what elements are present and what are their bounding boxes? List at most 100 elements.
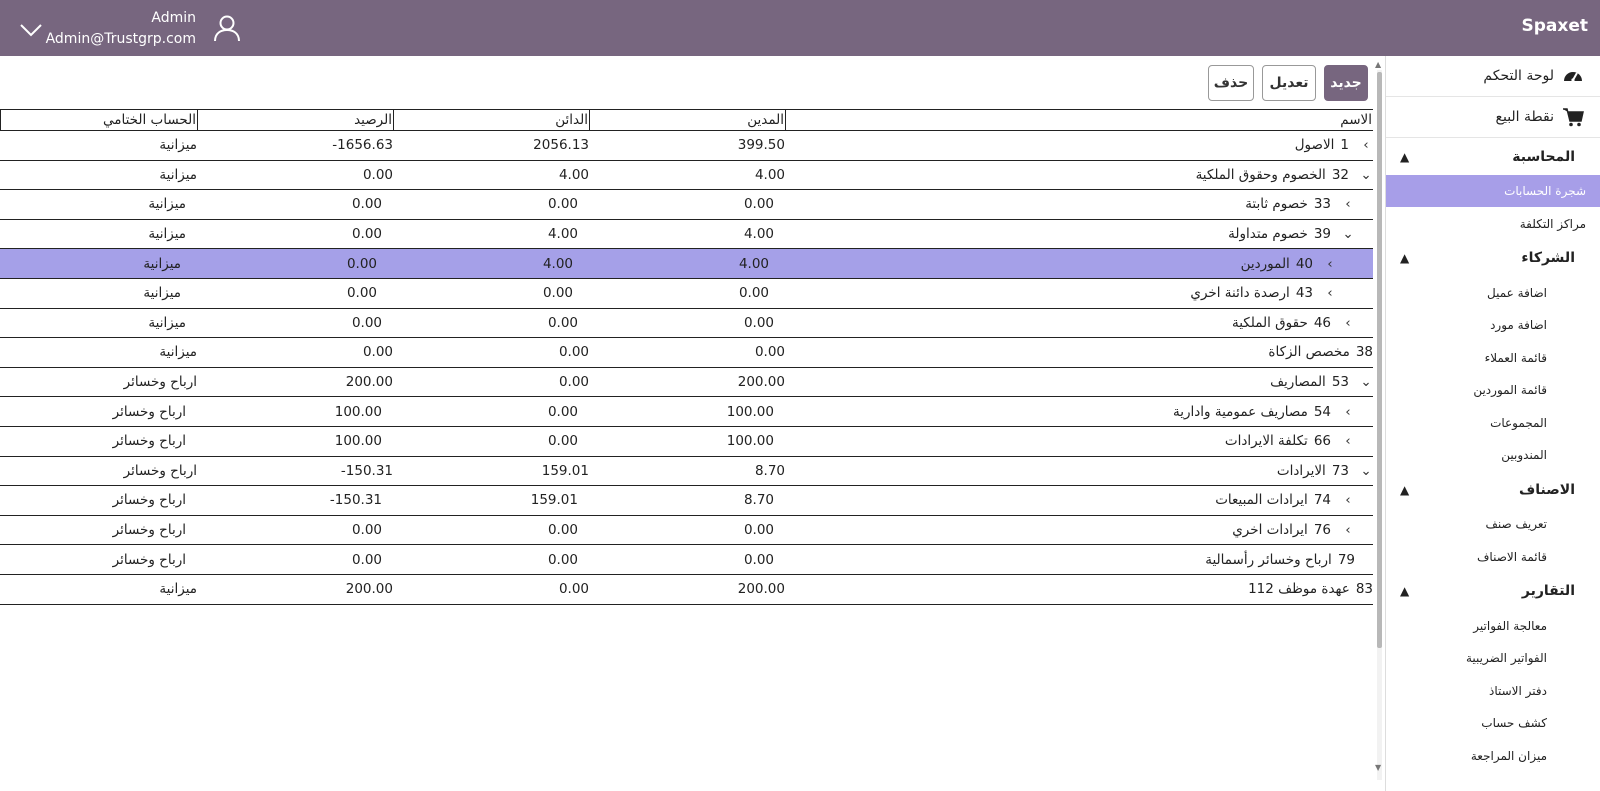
account-code: 73 (1331, 462, 1349, 479)
account-name: ايرادات اخري (1232, 522, 1308, 539)
chevron-down-icon[interactable]: ⌄ (1341, 226, 1355, 242)
collapse-triangle-icon[interactable]: ▲ (1400, 251, 1409, 265)
final-account-cell: ميزانية (159, 344, 197, 361)
chevron-left-icon[interactable]: › (1341, 433, 1355, 449)
table-row[interactable]: › 1 الاصول 399.50 2056.13 -1656.63 ميزانية (0, 131, 1373, 161)
chevron-down-icon[interactable]: ⌄ (1359, 167, 1373, 183)
debit-cell: 4.00 (738, 255, 769, 272)
account-name: خصوم ثابتة (1245, 196, 1308, 213)
table-row[interactable]: › 54 مصاريف عمومية وادارية 100.00 0.00 100.00… (0, 397, 1373, 427)
account-name: الموردين (1240, 255, 1290, 272)
table-row[interactable]: › 43 ارصدة دائنة اخري 0.00 0.00 0.00 ميزانية (0, 279, 1373, 309)
sidebar-item[interactable]: اضافة مورد (1386, 309, 1600, 341)
chevron-down-icon[interactable]: ⌄ (1359, 374, 1373, 390)
name-cell: › 40 الموردين (785, 249, 1373, 278)
sidebar-section-header[interactable]: المحاسبة ▲ (1386, 138, 1600, 175)
final-account-cell: ارباح وخسائر (123, 462, 197, 479)
sidebar-section-header[interactable]: التقارير ▲ (1386, 573, 1600, 610)
delete-button[interactable]: حذف (1208, 65, 1254, 101)
sidebar-section-header[interactable]: الاصناف ▲ (1386, 471, 1600, 508)
collapse-triangle-icon[interactable]: ▲ (1400, 584, 1409, 598)
account-name: حقوق الملكية (1231, 314, 1308, 331)
chevron-left-icon[interactable]: › (1323, 256, 1337, 272)
table-row[interactable]: 79 ارباح وخسائر رأسمالية 0.00 0.00 0.00 ارباح… (0, 545, 1373, 575)
collapse-triangle-icon[interactable]: ▲ (1400, 150, 1409, 164)
account-code: 66 (1313, 433, 1331, 450)
sidebar-item[interactable]: شجرة الحسابات (1386, 175, 1600, 208)
sidebar-item[interactable]: الفواتير الضريبية (1386, 642, 1600, 674)
debit-cell: 0.00 (743, 551, 774, 568)
balance-cell: -1656.63 (332, 137, 393, 154)
debit-cell: 200.00 (737, 581, 785, 598)
sidebar-item[interactable]: مراكز التكلفة (1386, 207, 1600, 239)
sidebar-item[interactable]: تعريف صنف (1386, 508, 1600, 540)
name-cell: ⌄ 32 الخصوم وحقوق الملكية (785, 161, 1373, 190)
scroll-up-arrow[interactable]: ▲ (1375, 60, 1381, 69)
account-name: الايرادات (1276, 462, 1326, 479)
sidebar-item[interactable]: قائمة الاصناف (1386, 541, 1600, 573)
sidebar-item-pos[interactable]: نقطة البيع (1386, 97, 1600, 138)
collapse-triangle-icon[interactable]: ▲ (1400, 483, 1409, 497)
column-header-name[interactable]: الاسم (785, 110, 1373, 130)
sidebar-item[interactable]: اضافة عميل (1386, 277, 1600, 309)
account-code: 1 (1340, 137, 1349, 154)
sidebar-item-label: نقطة البيع (1495, 109, 1554, 125)
table-row[interactable]: › 46 حقوق الملكية 0.00 0.00 0.00 ميزانية (0, 309, 1373, 339)
user-name: Admin (151, 10, 196, 26)
final-account-cell: ميزانية (148, 226, 186, 243)
balance-cell: 0.00 (346, 285, 377, 302)
table-row[interactable]: › 66 تكلفة الايرادات 100.00 0.00 100.00 ارباح … (0, 427, 1373, 457)
chevron-left-icon[interactable]: › (1341, 196, 1355, 212)
table-row[interactable]: ⌄ 39 خصوم متداولة 4.00 4.00 0.00 ميزانية (0, 220, 1373, 250)
final-account-cell: ميزانية (148, 196, 186, 213)
chevron-down-icon[interactable]: ⌄ (1359, 463, 1373, 479)
column-header-balance[interactable]: الرصيد (197, 110, 393, 130)
scroll-down-arrow[interactable]: ▼ (1375, 763, 1381, 772)
table-row[interactable]: ⌄ 53 المصاريف 200.00 0.00 200.00 ارباح وخسائر (0, 368, 1373, 398)
table-header-row: الاسم المدين الدائن الرصيد الحساب الختام… (0, 109, 1373, 131)
sidebar-item[interactable]: كشف حساب (1386, 707, 1600, 739)
chevron-left-icon[interactable]: › (1323, 285, 1337, 301)
vertical-scrollbar[interactable]: ▲ ▼ (1375, 60, 1384, 787)
chevron-left-icon[interactable]: › (1341, 492, 1355, 508)
chevron-left-icon[interactable]: › (1359, 137, 1373, 153)
final-account-cell: ميزانية (159, 166, 197, 183)
table-row[interactable]: 83 عهدة موظف 112 200.00 0.00 200.00 ميزانية (0, 575, 1373, 605)
cart-icon (1563, 108, 1584, 127)
sidebar-item[interactable]: المندوبين (1386, 439, 1600, 471)
final-account-cell: ميزانية (148, 314, 186, 331)
name-cell: › 1 الاصول (785, 131, 1373, 160)
sidebar-item-dashboard[interactable]: لوحة التحكم (1386, 56, 1600, 97)
column-header-credit[interactable]: الدائن (393, 110, 589, 130)
user-icon[interactable] (212, 13, 242, 43)
chevron-left-icon[interactable]: › (1341, 404, 1355, 420)
table-row[interactable]: ⌄ 73 الايرادات 8.70 159.01 -150.31 ارباح وخسائ… (0, 457, 1373, 487)
balance-cell: 0.00 (351, 196, 382, 213)
chevron-left-icon[interactable]: › (1341, 315, 1355, 331)
column-header-debit[interactable]: المدين (589, 110, 785, 130)
sidebar-item[interactable]: قائمة الموردين (1386, 374, 1600, 406)
sidebar-item[interactable]: معالجة الفواتير (1386, 610, 1600, 642)
column-header-final-account[interactable]: الحساب الختامي (0, 110, 197, 130)
scroll-thumb[interactable] (1377, 72, 1382, 648)
edit-button[interactable]: تعديل (1262, 65, 1316, 101)
credit-cell: 0.00 (558, 374, 589, 391)
name-cell: ⌄ 39 خصوم متداولة (785, 220, 1373, 249)
table-row[interactable]: ⌄ 32 الخصوم وحقوق الملكية 4.00 4.00 0.00 ميزان… (0, 161, 1373, 191)
chevron-left-icon[interactable]: › (1341, 522, 1355, 538)
credit-cell: 159.01 (530, 492, 578, 509)
new-button[interactable]: جديد (1324, 65, 1368, 101)
table-row[interactable]: › 74 ايرادات المبيعات 8.70 159.01 -150.31 اربا… (0, 486, 1373, 516)
sidebar-section-header[interactable]: الشركاء ▲ (1386, 240, 1600, 277)
table-row[interactable]: › 40 الموردين 4.00 4.00 0.00 ميزانية (0, 249, 1373, 279)
table-row[interactable]: 38 مخصص الزكاة 0.00 0.00 0.00 ميزانية (0, 338, 1373, 368)
sidebar-item[interactable]: المجموعات (1386, 406, 1600, 438)
credit-cell: 2056.13 (533, 137, 589, 154)
sidebar-item[interactable]: ميزان المراجعة (1386, 739, 1600, 771)
table-row[interactable]: › 76 ايرادات اخري 0.00 0.00 0.00 ارباح وخسائر (0, 516, 1373, 546)
sidebar-item[interactable]: دفتر الاستاذ (1386, 675, 1600, 707)
debit-cell: 4.00 (743, 226, 774, 243)
name-cell: › 54 مصاريف عمومية وادارية (785, 397, 1373, 426)
table-row[interactable]: › 33 خصوم ثابتة 0.00 0.00 0.00 ميزانية (0, 190, 1373, 220)
sidebar-item[interactable]: قائمة العملاء (1386, 342, 1600, 374)
